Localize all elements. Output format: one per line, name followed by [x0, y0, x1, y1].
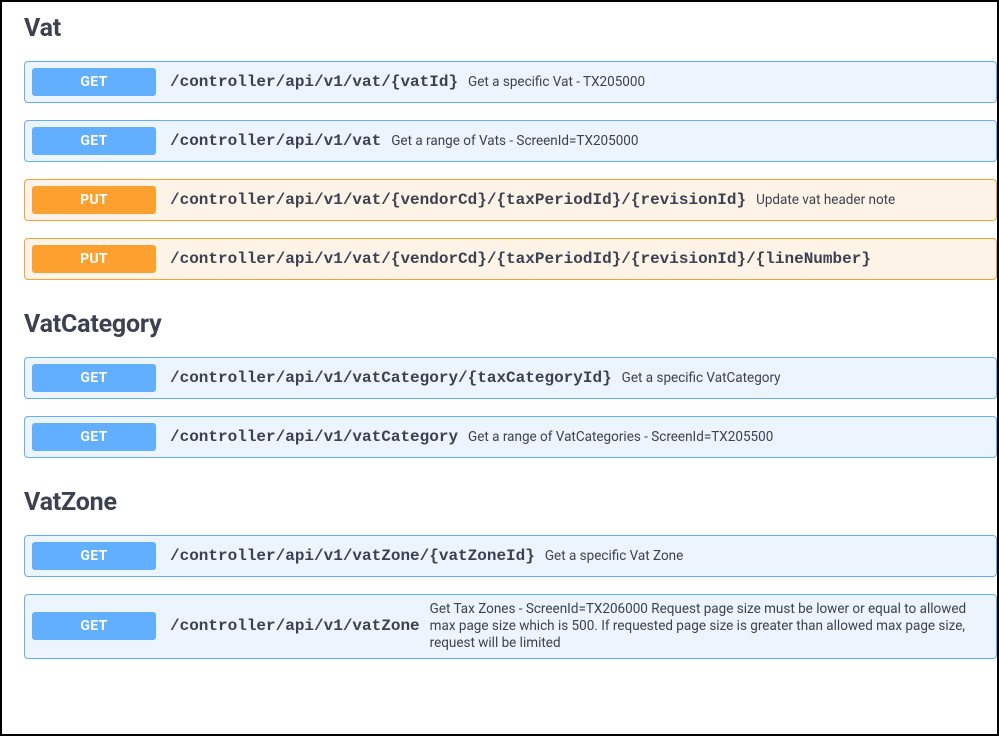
endpoint-summary: Update vat header note — [756, 192, 989, 209]
op-vatcategory-get-range[interactable]: GET /controller/api/v1/vatCategory Get a… — [24, 416, 997, 458]
endpoint-path: /controller/api/v1/vat/{vendorCd}/{taxPe… — [170, 191, 746, 209]
op-vatzone-get-range[interactable]: GET /controller/api/v1/vatZone Get Tax Z… — [24, 594, 997, 659]
endpoint-path: /controller/api/v1/vatCategory/{taxCateg… — [170, 369, 612, 387]
section-ops-vat: GET /controller/api/v1/vat/{vatId} Get a… — [24, 61, 997, 280]
op-vat-put-line[interactable]: PUT /controller/api/v1/vat/{vendorCd}/{t… — [24, 238, 997, 280]
http-method-badge: PUT — [32, 186, 156, 214]
op-vat-put-header[interactable]: PUT /controller/api/v1/vat/{vendorCd}/{t… — [24, 179, 997, 221]
http-method-badge: GET — [32, 612, 156, 640]
endpoint-summary: Get Tax Zones - ScreenId=TX206000 Reques… — [430, 601, 989, 652]
endpoint-summary: Get a range of Vats - ScreenId=TX205000 — [391, 133, 989, 150]
endpoint-path: /controller/api/v1/vatZone — [170, 617, 420, 635]
endpoint-summary: Get a specific VatCategory — [622, 370, 989, 387]
http-method-badge: GET — [32, 127, 156, 155]
section-title-vatzone[interactable]: VatZone — [24, 488, 997, 517]
section-ops-vatzone: GET /controller/api/v1/vatZone/{vatZoneI… — [24, 535, 997, 659]
endpoint-path: /controller/api/v1/vat — [170, 132, 381, 150]
http-method-badge: GET — [32, 364, 156, 392]
endpoint-summary: Get a specific Vat Zone — [545, 548, 989, 565]
op-vatzone-get-by-id[interactable]: GET /controller/api/v1/vatZone/{vatZoneI… — [24, 535, 997, 577]
op-vatcategory-get-by-id[interactable]: GET /controller/api/v1/vatCategory/{taxC… — [24, 357, 997, 399]
endpoint-path: /controller/api/v1/vatCategory — [170, 428, 458, 446]
section-title-vatcategory[interactable]: VatCategory — [24, 310, 997, 339]
endpoint-path: /controller/api/v1/vat/{vendorCd}/{taxPe… — [170, 250, 871, 268]
endpoint-summary: Get a range of VatCategories - ScreenId=… — [468, 429, 989, 446]
endpoint-path: /controller/api/v1/vatZone/{vatZoneId} — [170, 547, 535, 565]
op-vat-get-range[interactable]: GET /controller/api/v1/vat Get a range o… — [24, 120, 997, 162]
section-title-vat[interactable]: Vat — [24, 14, 997, 43]
api-doc-page: Vat GET /controller/api/v1/vat/{vatId} G… — [2, 14, 997, 659]
endpoint-summary: Get a specific Vat - TX205000 — [468, 74, 989, 91]
op-vat-get-by-id[interactable]: GET /controller/api/v1/vat/{vatId} Get a… — [24, 61, 997, 103]
http-method-badge: GET — [32, 542, 156, 570]
section-ops-vatcategory: GET /controller/api/v1/vatCategory/{taxC… — [24, 357, 997, 458]
endpoint-path: /controller/api/v1/vat/{vatId} — [170, 73, 458, 91]
http-method-badge: GET — [32, 68, 156, 96]
http-method-badge: GET — [32, 423, 156, 451]
http-method-badge: PUT — [32, 245, 156, 273]
